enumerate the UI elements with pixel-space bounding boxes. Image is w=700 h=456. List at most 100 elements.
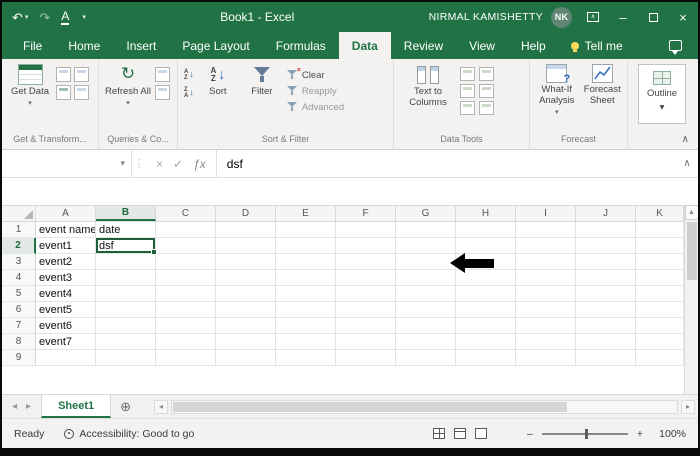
reapply-button[interactable]: Reapply	[286, 84, 344, 99]
cell-D8[interactable]	[216, 334, 276, 350]
cell-K2[interactable]	[636, 238, 684, 254]
manage-data-model-icon[interactable]	[479, 101, 494, 115]
cell-J6[interactable]	[576, 302, 636, 318]
tab-view[interactable]: View	[456, 32, 508, 59]
cell-E6[interactable]	[276, 302, 336, 318]
column-header-A[interactable]: A	[36, 206, 96, 221]
tab-home[interactable]: Home	[55, 32, 113, 59]
cell-D4[interactable]	[216, 270, 276, 286]
cell-G1[interactable]	[396, 222, 456, 238]
cell-B1[interactable]: date	[96, 222, 156, 238]
cell-J8[interactable]	[576, 334, 636, 350]
cell-B6[interactable]	[96, 302, 156, 318]
expand-formula-bar-button[interactable]: ∧	[676, 150, 698, 177]
undo-button[interactable]: ↶ ▾	[12, 11, 28, 24]
minimize-button[interactable]: –	[608, 2, 638, 32]
cell-H1[interactable]	[456, 222, 516, 238]
cell-C1[interactable]	[156, 222, 216, 238]
cell-F7[interactable]	[336, 318, 396, 334]
cell-D7[interactable]	[216, 318, 276, 334]
forecast-sheet-button[interactable]: Forecast Sheet	[582, 64, 624, 107]
cell-B9[interactable]	[96, 350, 156, 366]
recent-sources-icon[interactable]	[74, 85, 89, 100]
cell-C2[interactable]	[156, 238, 216, 254]
cell-D9[interactable]	[216, 350, 276, 366]
cell-F4[interactable]	[336, 270, 396, 286]
cell-I6[interactable]	[516, 302, 576, 318]
cell-C6[interactable]	[156, 302, 216, 318]
cell-F5[interactable]	[336, 286, 396, 302]
cell-H2[interactable]	[456, 238, 516, 254]
page-layout-view-icon[interactable]	[454, 428, 467, 439]
zoom-slider[interactable]	[541, 428, 628, 439]
cell-E3[interactable]	[276, 254, 336, 270]
cell-A5[interactable]: event4	[36, 286, 96, 302]
maximize-button[interactable]	[638, 2, 668, 32]
tell-me-box[interactable]: Tell me	[559, 32, 635, 59]
cell-D6[interactable]	[216, 302, 276, 318]
cell-B8[interactable]	[96, 334, 156, 350]
cell-A3[interactable]: event2	[36, 254, 96, 270]
sort-button[interactable]: AZ ↓ Sort	[198, 64, 238, 98]
cell-B7[interactable]	[96, 318, 156, 334]
cell-K7[interactable]	[636, 318, 684, 334]
new-sheet-button[interactable]: ⊕	[111, 395, 140, 418]
cell-G9[interactable]	[396, 350, 456, 366]
cell-E1[interactable]	[276, 222, 336, 238]
outline-button[interactable]: Outline ▾	[638, 64, 686, 124]
data-validation-icon[interactable]	[460, 84, 475, 98]
column-header-F[interactable]: F	[336, 206, 396, 221]
cell-C5[interactable]	[156, 286, 216, 302]
cell-G7[interactable]	[396, 318, 456, 334]
cell-E5[interactable]	[276, 286, 336, 302]
cell-K6[interactable]	[636, 302, 684, 318]
column-header-H[interactable]: H	[456, 206, 516, 221]
get-data-button[interactable]: Get Data ▾	[8, 64, 52, 108]
row-header-3[interactable]: 3	[2, 254, 36, 270]
tab-file[interactable]: File	[10, 32, 55, 59]
cell-G8[interactable]	[396, 334, 456, 350]
vertical-scrollbar-thumb[interactable]	[686, 222, 697, 280]
name-box-dropdown-icon[interactable]: ▾	[120, 158, 125, 169]
cell-H6[interactable]	[456, 302, 516, 318]
vertical-scrollbar[interactable]: ▲	[684, 205, 698, 394]
tab-formulas[interactable]: Formulas	[263, 32, 339, 59]
column-header-G[interactable]: G	[396, 206, 456, 221]
cell-I4[interactable]	[516, 270, 576, 286]
cell-F2[interactable]	[336, 238, 396, 254]
sheet-tab-sheet1[interactable]: Sheet1	[41, 395, 112, 418]
sort-descending-button[interactable]: ZA ↓	[184, 85, 194, 100]
tab-insert[interactable]: Insert	[113, 32, 169, 59]
cell-A7[interactable]: event6	[36, 318, 96, 334]
cell-H8[interactable]	[456, 334, 516, 350]
redo-button[interactable]: ↷	[39, 11, 50, 24]
cell-J7[interactable]	[576, 318, 636, 334]
row-header-4[interactable]: 4	[2, 270, 36, 286]
column-header-B[interactable]: B	[96, 206, 156, 221]
formula-bar-handle[interactable]: ⋮	[132, 150, 146, 177]
cancel-entry-icon[interactable]: ×	[156, 157, 163, 171]
scroll-right-icon[interactable]: ▸	[681, 399, 695, 414]
cell-F6[interactable]	[336, 302, 396, 318]
row-header-5[interactable]: 5	[2, 286, 36, 302]
advanced-filter-button[interactable]: Advanced	[286, 100, 344, 115]
scroll-up-icon[interactable]: ▲	[684, 205, 698, 220]
filter-button[interactable]: Filter	[242, 64, 282, 98]
column-header-C[interactable]: C	[156, 206, 216, 221]
cell-B5[interactable]	[96, 286, 156, 302]
cell-H7[interactable]	[456, 318, 516, 334]
customize-quick-access-button[interactable]: ▾	[80, 14, 86, 21]
tab-review[interactable]: Review	[391, 32, 456, 59]
name-box[interactable]: ▾	[2, 150, 132, 177]
cell-F9[interactable]	[336, 350, 396, 366]
zoom-in-icon[interactable]: +	[637, 428, 643, 440]
insert-function-icon[interactable]: ƒx	[193, 157, 206, 171]
select-all-button[interactable]	[2, 206, 36, 221]
cell-B3[interactable]	[96, 254, 156, 270]
cell-I2[interactable]	[516, 238, 576, 254]
cell-J3[interactable]	[576, 254, 636, 270]
cell-D3[interactable]	[216, 254, 276, 270]
cell-G6[interactable]	[396, 302, 456, 318]
cell-K8[interactable]	[636, 334, 684, 350]
from-web-icon[interactable]	[74, 67, 89, 82]
